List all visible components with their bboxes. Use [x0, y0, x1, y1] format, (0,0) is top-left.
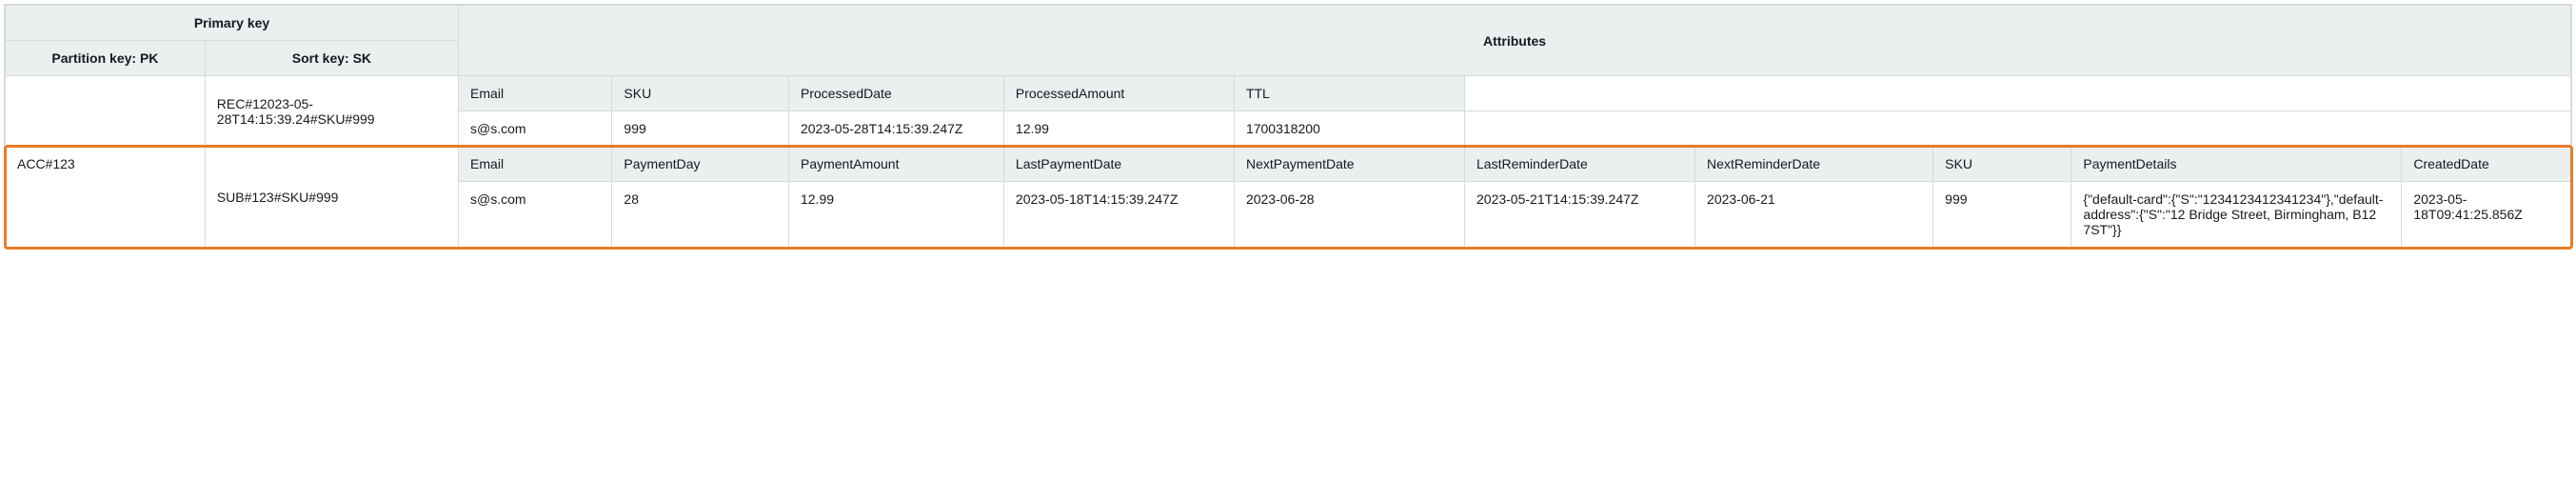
attr-value[interactable]: {"default-card":{"S":"1234123412341234"}… — [2071, 182, 2402, 248]
attr-header: TTL — [1234, 76, 1464, 111]
header-primary-key: Primary key — [6, 6, 459, 41]
attr-header: ProcessedDate — [788, 76, 1003, 111]
attr-value[interactable]: 28 — [612, 182, 789, 248]
attr-header: ProcessedAmount — [1003, 76, 1234, 111]
attr-header: PaymentDay — [612, 147, 789, 182]
attr-header: CreatedDate — [2402, 147, 2571, 182]
attr-value[interactable]: 1700318200 — [1234, 111, 1464, 147]
pk-cell[interactable]: ACC#123 — [6, 147, 206, 248]
table-row: ACC#123 SUB#123#SKU#999 Email PaymentDay… — [6, 147, 2571, 182]
attr-value[interactable]: 12.99 — [1003, 111, 1234, 147]
pk-cell[interactable] — [6, 76, 206, 147]
attr-header: NextReminderDate — [1695, 147, 1933, 182]
attr-header: LastPaymentDate — [1003, 147, 1234, 182]
table-row: REC#12023-05-28T14:15:39.24#SKU#999 Emai… — [6, 76, 2571, 111]
attr-header: SKU — [1933, 147, 2071, 182]
empty-cell — [1465, 76, 2571, 111]
attr-value[interactable]: 999 — [1933, 182, 2071, 248]
attr-header: Email — [459, 147, 612, 182]
attr-header: SKU — [612, 76, 789, 111]
attr-value[interactable]: 2023-05-18T09:41:25.856Z — [2402, 182, 2571, 248]
header-partition-key: Partition key: PK — [6, 41, 206, 76]
attr-header: PaymentDetails — [2071, 147, 2402, 182]
attr-value[interactable]: 2023-05-21T14:15:39.247Z — [1465, 182, 1695, 248]
attr-value[interactable]: 999 — [612, 111, 789, 147]
attr-value[interactable]: s@s.com — [459, 111, 612, 147]
empty-cell — [1465, 111, 2571, 147]
sk-cell[interactable]: REC#12023-05-28T14:15:39.24#SKU#999 — [205, 76, 458, 147]
attr-value[interactable]: 12.99 — [788, 182, 1003, 248]
attr-header: Email — [459, 76, 612, 111]
attr-value[interactable]: 2023-06-21 — [1695, 182, 1933, 248]
attr-value[interactable]: 2023-05-28T14:15:39.247Z — [788, 111, 1003, 147]
table-wrapper: Primary key Attributes Partition key: PK… — [4, 4, 2572, 249]
attr-header: NextPaymentDate — [1234, 147, 1464, 182]
header-sort-key: Sort key: SK — [205, 41, 458, 76]
header-row-group: Primary key Attributes — [6, 6, 2571, 41]
sk-cell[interactable]: SUB#123#SKU#999 — [205, 147, 458, 248]
header-attributes: Attributes — [459, 6, 2571, 76]
attr-header: PaymentAmount — [788, 147, 1003, 182]
attr-value[interactable]: 2023-06-28 — [1234, 182, 1464, 248]
items-table: Primary key Attributes Partition key: PK… — [5, 5, 2571, 248]
attr-value[interactable]: s@s.com — [459, 182, 612, 248]
dynamodb-table: Primary key Attributes Partition key: PK… — [4, 4, 2572, 249]
attr-value[interactable]: 2023-05-18T14:15:39.247Z — [1003, 182, 1234, 248]
attr-header: LastReminderDate — [1465, 147, 1695, 182]
